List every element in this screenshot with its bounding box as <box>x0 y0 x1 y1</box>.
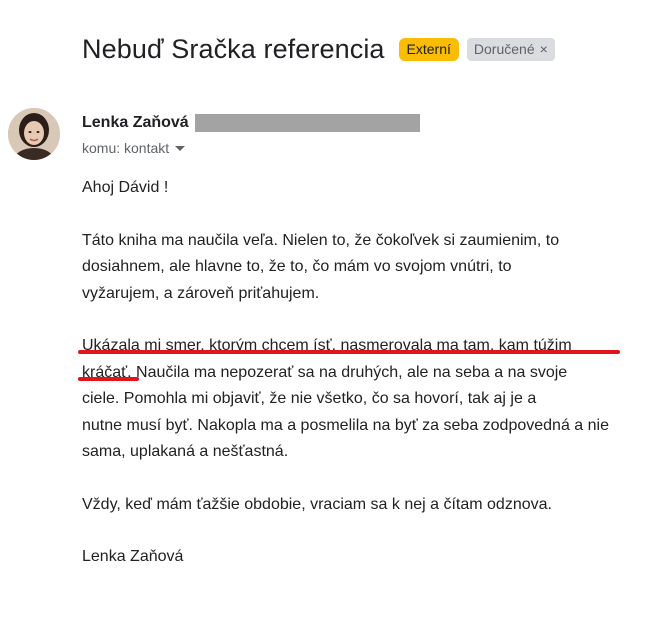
body-line: sama, uplakaná a nešťastná. <box>82 443 289 460</box>
email-body: Ahoj Dávid ! Táto kniha ma naučila veľa.… <box>82 175 667 571</box>
body-line: Táto kniha ma naučila veľa. Nielen to, ž… <box>82 231 560 249</box>
signature: Lenka Zaňová <box>82 548 184 565</box>
subject-row: Nebuď Sračka referencia Externí Doručené… <box>82 34 555 65</box>
chevron-down-icon[interactable] <box>175 145 186 151</box>
external-label: Externí <box>398 38 459 61</box>
sender-name[interactable]: Lenka Zaňová <box>82 114 189 132</box>
email-subject: Nebuď Sračka referencia <box>82 34 385 64</box>
body-line: kráčať. Naučila ma nepozerať sa na druhý… <box>82 363 568 381</box>
body-line: Ukázala mi smer, ktorým chcem ísť, nasme… <box>82 337 572 354</box>
body-line: dosiahnem, ale hlavne to, že to, čo mám … <box>82 258 512 275</box>
redacted-email-address <box>194 114 420 132</box>
sender-row: Lenka Zaňová <box>82 114 420 132</box>
sender-avatar[interactable] <box>8 108 60 160</box>
inbox-label-text: Doručené <box>473 41 535 57</box>
body-line: ciele. Pomohla mi objaviť, že nie všetko… <box>82 390 537 407</box>
highlight-underline <box>78 377 139 381</box>
body-line: Vždy, keď mám ťažšie obdobie, vraciam sa… <box>82 495 552 513</box>
avatar-photo <box>8 108 60 160</box>
greeting: Ahoj Dávid ! <box>82 179 169 196</box>
body-line: nutne musí byť. Nakopla ma a posmelila n… <box>82 416 609 434</box>
highlight-underline <box>78 350 620 354</box>
recipient-text: komu: kontakt <box>82 140 170 156</box>
remove-label-icon[interactable]: × <box>540 41 548 58</box>
recipient-row[interactable]: komu: kontakt <box>82 140 186 156</box>
inbox-label: Doručené × <box>466 38 555 61</box>
body-line: vyžarujem, a zároveň priťahujem. <box>82 284 320 302</box>
